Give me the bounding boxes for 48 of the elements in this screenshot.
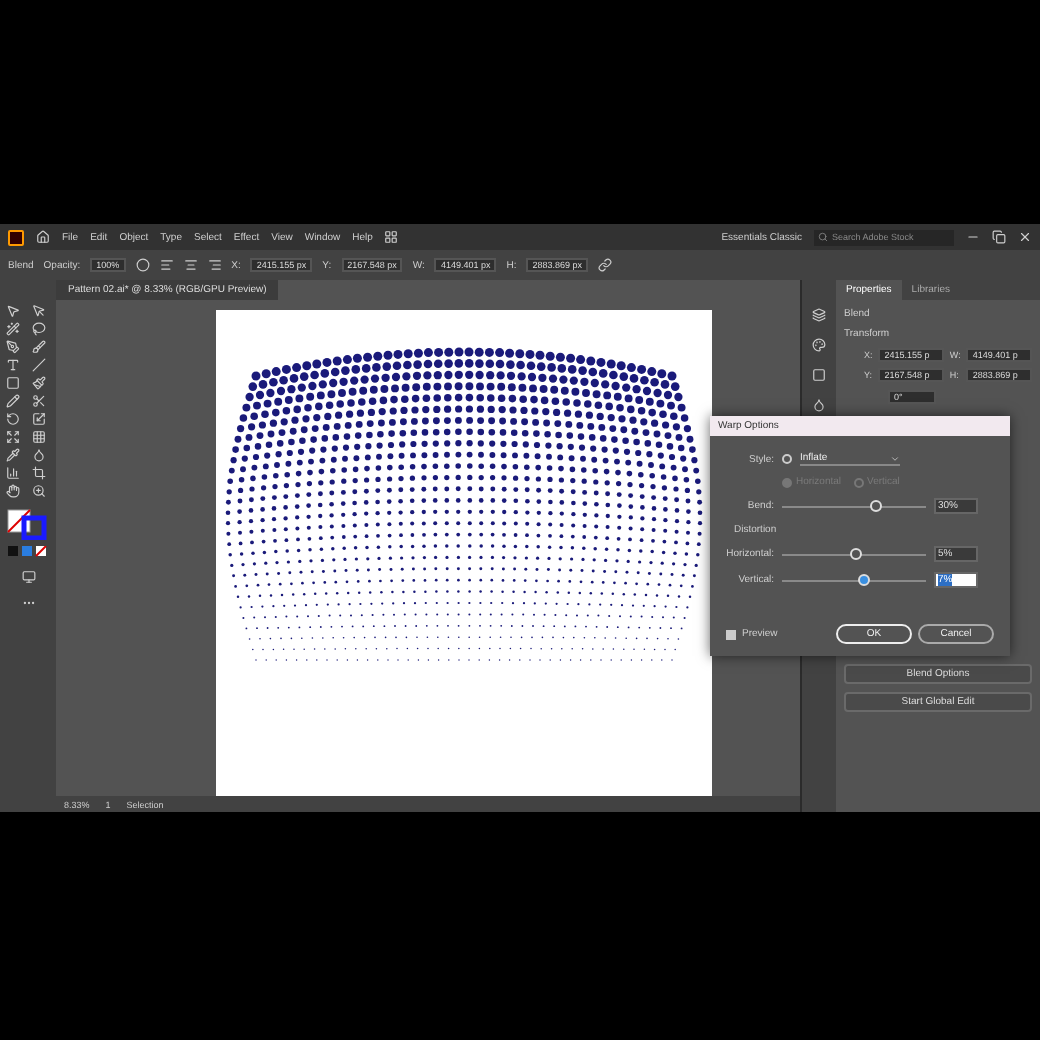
home-icon[interactable] (36, 230, 50, 244)
circle-icon[interactable] (135, 258, 150, 272)
layers-icon[interactable] (812, 308, 826, 322)
mesh-icon[interactable] (31, 430, 45, 444)
line-icon[interactable] (31, 358, 45, 372)
scissors-icon[interactable] (31, 394, 45, 408)
chevron-down-icon[interactable] (890, 453, 900, 463)
minimize-icon[interactable] (966, 230, 980, 244)
search-icon (818, 232, 828, 242)
fill-stroke-swatches-icon[interactable] (6, 508, 50, 540)
align-right-icon[interactable] (207, 258, 222, 272)
eyedropper-icon[interactable] (5, 448, 19, 462)
app-logo-icon[interactable] (8, 229, 24, 245)
link-icon[interactable] (598, 258, 612, 272)
style-radio[interactable] (782, 454, 792, 464)
square-icon[interactable] (812, 368, 826, 382)
pencil-icon[interactable] (5, 394, 19, 408)
crop-icon[interactable] (31, 466, 45, 480)
paintbrush-icon[interactable] (31, 376, 45, 390)
bar-chart-icon[interactable] (5, 466, 19, 480)
align-center-icon[interactable] (183, 258, 198, 272)
pointer-icon[interactable] (31, 304, 45, 318)
align-left-icon[interactable] (159, 258, 174, 272)
droplet-icon[interactable] (812, 398, 826, 412)
pen-icon[interactable] (5, 340, 19, 354)
lasso-icon[interactable] (31, 322, 45, 336)
brush-icon[interactable] (31, 340, 45, 354)
slider-thumb[interactable] (858, 573, 871, 585)
rectangle-icon[interactable] (5, 376, 19, 390)
palette-icon[interactable] (812, 338, 826, 352)
more-icon[interactable] (21, 596, 35, 610)
screen-mode-icon[interactable] (21, 570, 35, 584)
magic-wand-icon[interactable] (5, 322, 19, 336)
hand-icon[interactable] (5, 484, 19, 498)
scale-icon[interactable] (31, 412, 45, 426)
arrow-pointer-icon[interactable] (5, 304, 19, 318)
rotate-icon[interactable] (5, 412, 19, 426)
droplet-icon[interactable] (31, 448, 45, 462)
zoom-icon[interactable] (31, 484, 45, 498)
preview-checkbox[interactable] (726, 629, 736, 639)
layout-icon[interactable] (384, 230, 399, 244)
color-mode-icon[interactable] (8, 546, 48, 558)
type-icon[interactable] (5, 358, 19, 372)
transform-icon[interactable] (5, 430, 19, 444)
slider-thumb[interactable] (850, 547, 863, 559)
close-icon[interactable] (1018, 230, 1032, 244)
restore-icon[interactable] (992, 230, 1006, 244)
slider-thumb[interactable] (869, 499, 882, 511)
